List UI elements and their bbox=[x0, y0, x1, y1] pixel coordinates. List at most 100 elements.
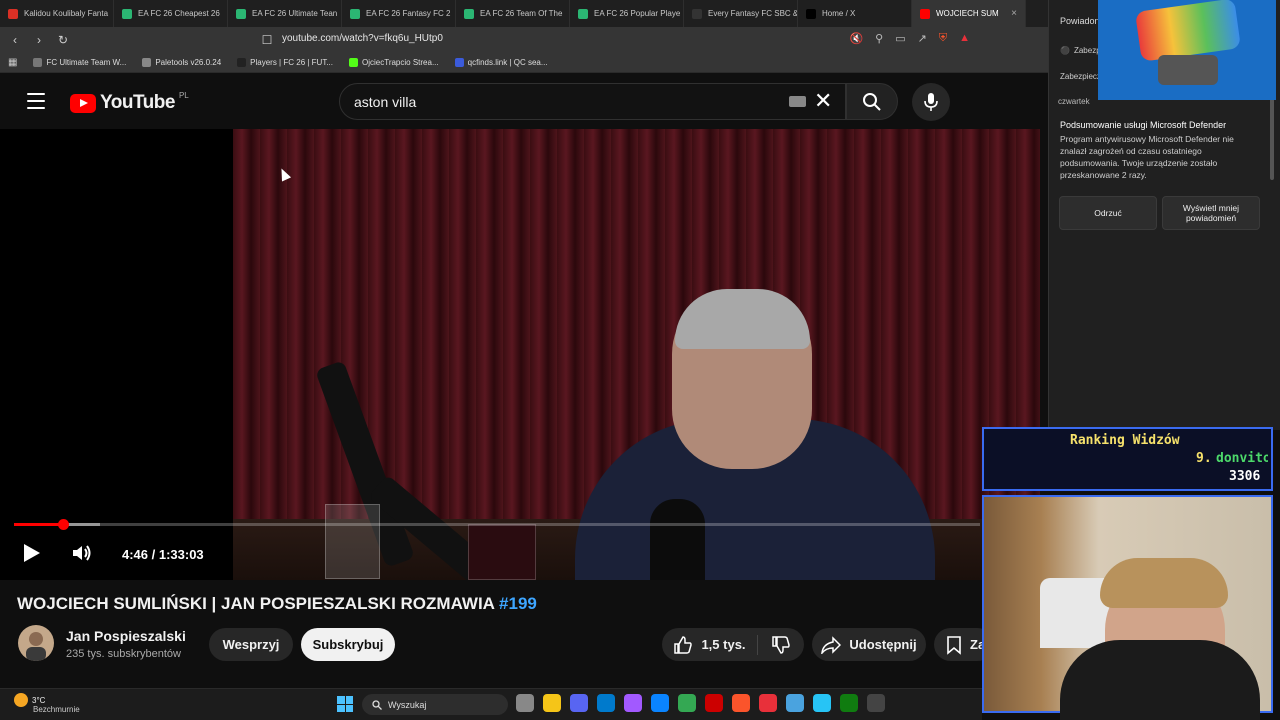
cast-icon[interactable]: ▭ bbox=[895, 32, 905, 45]
taskbar-app-icon[interactable] bbox=[543, 694, 561, 712]
bookmark-item[interactable]: Players | FC 26 | FUT... bbox=[237, 58, 333, 67]
support-button[interactable]: Wesprzyj bbox=[209, 628, 293, 661]
tab-label: EA FC 26 Team Of The bbox=[480, 9, 563, 18]
search-icon bbox=[372, 699, 382, 710]
channel-name[interactable]: Jan Pospieszalski bbox=[66, 628, 186, 644]
mute-icon[interactable]: 🔇 bbox=[849, 32, 863, 45]
tab-favicon-icon bbox=[8, 8, 18, 19]
youtube-logo[interactable]: YouTube PL bbox=[70, 90, 189, 114]
dismiss-button[interactable]: Odrzuć bbox=[1059, 196, 1157, 230]
browser-tab[interactable]: Every Fantasy FC SBC & bbox=[684, 0, 798, 27]
ranking-score: 3306 bbox=[1229, 469, 1261, 484]
subscribe-button[interactable]: Subskrybuj bbox=[301, 628, 395, 661]
tab-label: Home / X bbox=[822, 9, 856, 18]
taskbar-app-icon[interactable] bbox=[597, 694, 615, 712]
notification-row-security[interactable]: ⚫ Zabezpi bbox=[1060, 46, 1102, 55]
taskbar-search[interactable]: Wyszukaj bbox=[362, 694, 508, 715]
brave-shield-icon[interactable]: ⛨ bbox=[939, 32, 947, 45]
video-title-text: WOJCIECH SUMLIŃSKI | JAN POSPIESZALSKI R… bbox=[17, 594, 500, 613]
video-player[interactable] bbox=[0, 129, 1040, 580]
tab-favicon-icon bbox=[464, 8, 474, 19]
progress-played bbox=[14, 523, 64, 526]
tab-favicon-icon bbox=[122, 8, 132, 19]
apps-grid-icon[interactable]: ▦ bbox=[8, 57, 17, 68]
shield-icon: ⚫ bbox=[1060, 46, 1070, 55]
bookmark-item[interactable]: Paletools v26.0.24 bbox=[142, 58, 221, 67]
bookmark-label: Players | FC 26 | FUT... bbox=[250, 58, 333, 67]
show-less-button[interactable]: Wyświetl mniej powiadomień bbox=[1162, 196, 1260, 230]
ranking-position: 9. bbox=[1196, 451, 1212, 466]
browser-tab[interactable]: WOJCIECH SUM × bbox=[912, 0, 1026, 27]
streamer-hoodie bbox=[1060, 640, 1260, 720]
taskbar-app-icon[interactable] bbox=[624, 694, 642, 712]
notification-row-security-2[interactable]: Zabezpiecz bbox=[1060, 72, 1101, 81]
country-code: PL bbox=[178, 90, 189, 100]
microphone-icon bbox=[924, 93, 938, 111]
keyboard-icon[interactable] bbox=[789, 96, 806, 107]
browser-tab[interactable]: Home / X bbox=[798, 0, 912, 27]
bookmark-label: Paletools v26.0.24 bbox=[155, 58, 222, 67]
bookmark-label: OjciecTrapcio Strea... bbox=[362, 58, 439, 67]
share-button[interactable]: Udostępnij bbox=[812, 628, 926, 661]
taskbar-app-icon[interactable] bbox=[759, 694, 777, 712]
channel-avatar[interactable] bbox=[18, 625, 54, 661]
back-icon[interactable]: ‹ bbox=[8, 33, 22, 47]
tab-favicon-icon bbox=[806, 8, 816, 19]
candy-wrapper bbox=[1135, 0, 1241, 62]
voice-search-button[interactable] bbox=[912, 83, 950, 121]
search-query[interactable]: aston villa bbox=[354, 94, 416, 110]
hamburger-menu-icon[interactable] bbox=[27, 93, 45, 109]
play-icon[interactable] bbox=[24, 544, 40, 562]
thumbs-up-icon bbox=[674, 635, 693, 654]
taskbar-app-icon[interactable] bbox=[651, 694, 669, 712]
close-tab-icon[interactable]: × bbox=[1011, 8, 1017, 19]
browser-tab[interactable]: Kalidou Koulibaly Fanta bbox=[0, 0, 114, 27]
temperature: 3°C bbox=[32, 695, 46, 705]
taskbar-app-icon[interactable] bbox=[813, 694, 831, 712]
windows-start-icon[interactable] bbox=[337, 696, 353, 712]
rewards-icon[interactable]: ▲ bbox=[959, 32, 970, 45]
bookmark-item[interactable]: FC Ultimate Team W... bbox=[33, 58, 126, 67]
taskbar-app-icon[interactable] bbox=[840, 694, 858, 712]
forward-icon[interactable]: › bbox=[32, 33, 46, 47]
dislike-button[interactable] bbox=[758, 635, 804, 655]
browser-tab[interactable]: EA FC 26 Fantasy FC 2 bbox=[342, 0, 456, 27]
browser-tab[interactable]: EA FC 26 Popular Playe bbox=[570, 0, 684, 27]
taskbar-app-icon[interactable] bbox=[786, 694, 804, 712]
bookmark-item[interactable]: qcfinds.link | QC sea... bbox=[454, 58, 548, 67]
video-title: WOJCIECH SUMLIŃSKI | JAN POSPIESZALSKI R… bbox=[17, 594, 537, 614]
browser-tab[interactable]: EA FC 26 Cheapest 26 bbox=[114, 0, 228, 27]
video-hashtag[interactable]: #199 bbox=[499, 594, 537, 613]
taskbar-app-icon[interactable] bbox=[705, 694, 723, 712]
zoom-icon[interactable]: ⚲ bbox=[875, 32, 883, 45]
tab-label: WOJCIECH SUM bbox=[936, 9, 999, 18]
notification-title: Podsumowanie usługi Microsoft Defender bbox=[1060, 120, 1227, 130]
reload-icon[interactable]: ↻ bbox=[56, 33, 70, 47]
search-icon bbox=[863, 92, 881, 111]
bookmark-favicon-icon bbox=[33, 58, 43, 67]
notification-day[interactable]: czwartek bbox=[1058, 97, 1090, 106]
volume-icon[interactable] bbox=[70, 541, 94, 565]
bookmark-icon[interactable]: ☐ bbox=[260, 33, 274, 47]
clear-search-icon[interactable]: ✕ bbox=[814, 88, 832, 114]
overlay-image bbox=[1098, 0, 1276, 100]
taskbar-app-icon[interactable] bbox=[570, 694, 588, 712]
taskbar-app-icon[interactable] bbox=[516, 694, 534, 712]
bookmark-label: FC Ultimate Team W... bbox=[46, 58, 127, 67]
browser-tab[interactable]: EA FC 26 Team Of The bbox=[456, 0, 570, 27]
bookmark-favicon-icon bbox=[142, 58, 152, 67]
like-button[interactable]: 1,5 tys. bbox=[662, 634, 758, 655]
weather-condition: Bezchmurnie bbox=[33, 705, 80, 714]
browser-tab[interactable]: EA FC 26 Ultimate Tean bbox=[228, 0, 342, 27]
taskbar-app-icon[interactable] bbox=[867, 694, 885, 712]
search-button[interactable] bbox=[846, 83, 898, 120]
share-icon[interactable]: ↗ bbox=[918, 32, 927, 45]
share-label: Udostępnij bbox=[849, 637, 917, 652]
taskbar-app-icon[interactable] bbox=[678, 694, 696, 712]
url-actions: 🔇 ⚲ ▭ ↗ ⛨ ▲ bbox=[849, 32, 970, 45]
taskbar-app-icon[interactable] bbox=[732, 694, 750, 712]
bookmark-item[interactable]: OjciecTrapcio Strea... bbox=[349, 58, 439, 67]
progress-bar[interactable] bbox=[14, 523, 980, 526]
microphone bbox=[650, 499, 705, 580]
url-field[interactable]: youtube.com/watch?v=fkq6u_HUtp0 bbox=[282, 33, 443, 44]
